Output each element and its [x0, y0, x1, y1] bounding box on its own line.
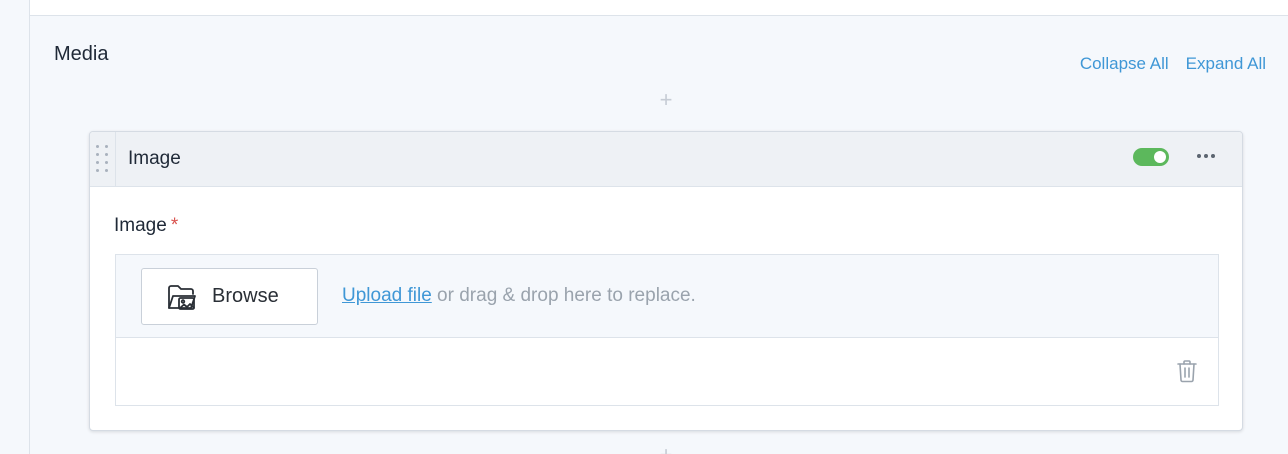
required-marker: *	[170, 215, 179, 236]
more-options-icon[interactable]	[1194, 146, 1218, 166]
add-block-above-icon[interactable]: +	[657, 89, 675, 111]
add-block-below-icon[interactable]: +	[657, 444, 675, 454]
expand-all-link[interactable]: Expand All	[1186, 54, 1266, 74]
image-field-label: Image *	[114, 215, 178, 237]
upload-file-link[interactable]: Upload file	[342, 285, 432, 306]
image-upload-field: Browse Upload file or drag & drop here t…	[115, 254, 1219, 406]
upload-dropzone[interactable]: Browse Upload file or drag & drop here t…	[116, 255, 1218, 338]
block-header: Image	[90, 132, 1242, 187]
image-block: Image Image * Browse Upload file or drag…	[89, 131, 1243, 431]
drag-handle-icon[interactable]	[90, 132, 116, 187]
collapse-all-link[interactable]: Collapse All	[1080, 54, 1169, 74]
browse-button-label: Browse	[212, 285, 279, 307]
section-title: Media	[54, 43, 109, 65]
field-label-text: Image	[114, 215, 167, 236]
browse-button[interactable]: Browse	[141, 268, 318, 325]
block-title: Image	[128, 148, 181, 169]
trash-icon[interactable]	[1176, 359, 1198, 383]
section-header-actions: Collapse All Expand All	[1080, 54, 1266, 74]
drag-drop-hint: or drag & drop here to replace.	[431, 285, 696, 306]
left-border	[0, 0, 30, 454]
previous-section-edge	[30, 0, 1288, 16]
toggle-knob	[1154, 151, 1166, 163]
page: Media Collapse All Expand All + Image Im…	[0, 0, 1288, 454]
block-enabled-toggle[interactable]	[1133, 148, 1169, 166]
upload-instructions: Upload file or drag & drop here to repla…	[342, 285, 696, 307]
folder-image-icon	[168, 284, 196, 310]
